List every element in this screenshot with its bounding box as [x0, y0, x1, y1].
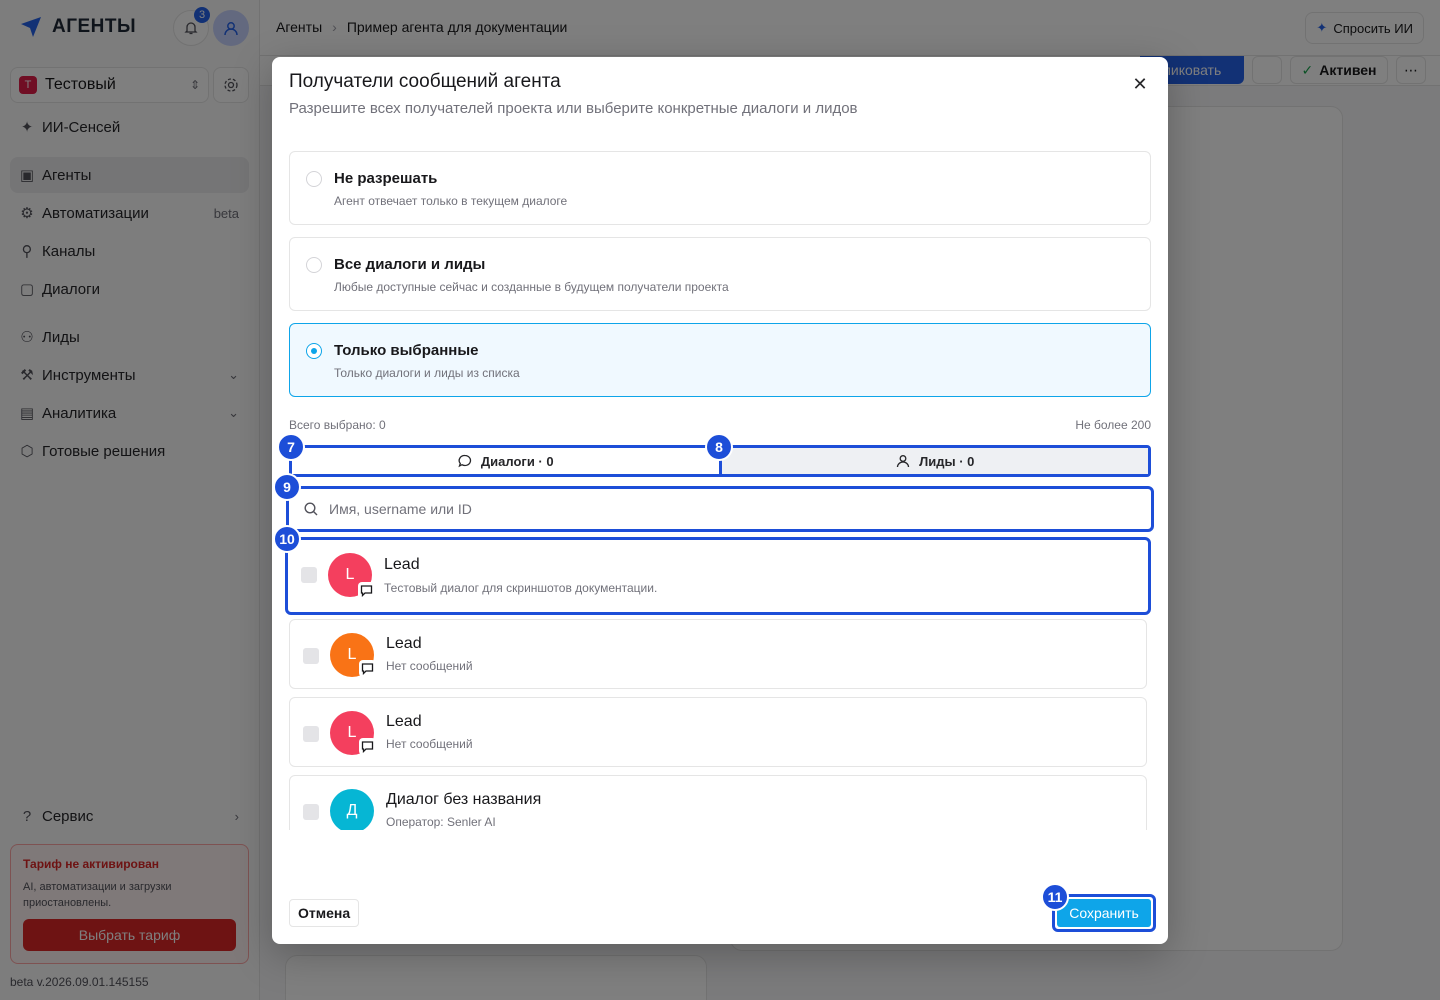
option-all[interactable]: Все диалоги и лиды Любые доступные сейча… [289, 237, 1151, 311]
item-description: Оператор: Senler AI [386, 815, 496, 829]
option-title: Не разрешать [334, 170, 438, 187]
checkbox[interactable] [303, 804, 319, 820]
checkbox[interactable] [303, 648, 319, 664]
checkbox[interactable] [303, 726, 319, 742]
item-description: Тестовый диалог для скриншотов документа… [384, 581, 658, 595]
option-title: Только выбранные [334, 342, 479, 359]
item-title: Диалог без названия [386, 791, 542, 808]
chat-bubble-icon [458, 454, 471, 468]
total-selected: Всего выбрано: 0 [289, 418, 386, 432]
checkbox[interactable] [301, 567, 317, 583]
tab-dialogs[interactable]: Диалоги · 0 [292, 448, 719, 474]
tab-leads[interactable]: Лиды · 0 [718, 448, 1148, 474]
radio-button[interactable] [306, 343, 322, 359]
recipient-list: L Lead Тестовый диалог для скриншотов до… [284, 537, 1156, 830]
message-square-icon [359, 660, 376, 677]
option-deny[interactable]: Не разрешать Агент отвечает только в тек… [289, 151, 1151, 225]
annotation-marker: 11 [1041, 883, 1069, 911]
list-item[interactable]: L Lead Нет сообщений [289, 619, 1147, 689]
dialog-title: Получатели сообщений агента [289, 71, 561, 92]
option-description: Любые доступные сейчас и созданные в буд… [334, 280, 729, 294]
search-input[interactable] [329, 501, 1109, 517]
message-square-icon [359, 738, 376, 755]
save-button[interactable]: Сохранить [1057, 899, 1151, 927]
option-title: Все диалоги и лиды [334, 256, 486, 273]
annotation-marker: 9 [273, 473, 301, 501]
item-title: Lead [386, 635, 422, 652]
tab-label: Лиды · 0 [919, 453, 975, 469]
option-description: Только диалоги и лиды из списка [334, 366, 520, 380]
user-icon [896, 455, 910, 468]
option-selected-only[interactable]: Только выбранные Только диалоги и лиды и… [289, 323, 1151, 397]
selection-count-row: Всего выбрано: 0 Не более 200 [289, 418, 1151, 432]
recipient-search [286, 486, 1154, 532]
item-title: Lead [384, 556, 420, 573]
recipients-dialog: Получатели сообщений агента Разрешите вс… [272, 57, 1168, 944]
list-item[interactable]: L Lead Нет сообщений [289, 697, 1147, 767]
item-title: Lead [386, 713, 422, 730]
dialog-subtitle: Разрешите всех получателей проекта или в… [289, 100, 858, 117]
item-description: Нет сообщений [386, 737, 473, 751]
item-description: Нет сообщений [386, 659, 473, 673]
list-item[interactable]: Д Диалог без названия Оператор: Senler A… [289, 775, 1147, 830]
avatar: Д [330, 789, 374, 830]
cancel-button[interactable]: Отмена [289, 899, 360, 927]
close-icon[interactable]: ✕ [1129, 73, 1151, 95]
search-icon [304, 502, 318, 516]
option-description: Агент отвечает только в текущем диалоге [334, 194, 568, 208]
selection-limit: Не более 200 [1075, 418, 1151, 432]
tab-label: Диалоги · 0 [480, 453, 554, 469]
annotation-marker: 10 [273, 525, 301, 553]
radio-button[interactable] [306, 257, 322, 273]
annotation-marker: 7 [277, 433, 305, 461]
list-item[interactable]: L Lead Тестовый диалог для скриншотов до… [285, 537, 1151, 615]
annotation-marker: 8 [705, 433, 733, 461]
radio-button[interactable] [306, 171, 322, 187]
message-square-icon [358, 582, 375, 599]
